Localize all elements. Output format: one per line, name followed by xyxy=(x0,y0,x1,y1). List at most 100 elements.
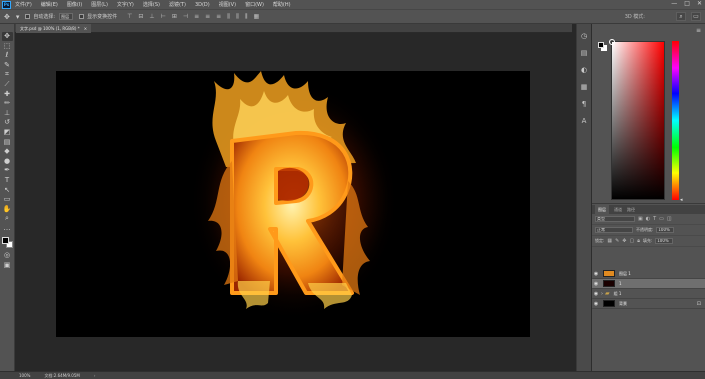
adjustments-panel-icon[interactable]: ◐ xyxy=(581,66,587,74)
eraser-tool-icon[interactable]: ◩ xyxy=(2,128,13,137)
layer-row-selected[interactable]: ◉ 1 xyxy=(592,279,705,289)
distribute-hcenter-icon[interactable]: ⫼ xyxy=(236,13,239,21)
visibility-eye-icon[interactable]: ◉ xyxy=(592,271,600,277)
filter-smart-icon[interactable]: ◫ xyxy=(667,216,672,222)
history-panel-icon[interactable]: ◷ xyxy=(581,32,587,40)
menu-3d[interactable]: 3D(D) xyxy=(195,2,210,8)
menu-window[interactable]: 窗口(W) xyxy=(245,1,264,8)
blur-tool-icon[interactable]: ◆ xyxy=(2,147,13,156)
visibility-eye-icon[interactable]: ◉ xyxy=(592,281,600,287)
crop-tool-icon[interactable]: ⌗ xyxy=(2,70,13,79)
menu-edit[interactable]: 编辑(E) xyxy=(41,1,58,8)
panel-foreground-swatch[interactable] xyxy=(598,42,604,48)
zoom-tool-icon[interactable]: ⌕ xyxy=(2,214,13,223)
eyedropper-tool-icon[interactable]: ⟋ xyxy=(2,80,13,89)
saturation-brightness-picker[interactable] xyxy=(609,39,665,200)
status-menu-arrow-icon[interactable]: › xyxy=(94,373,96,378)
close-tab-icon[interactable]: × xyxy=(84,24,87,33)
screen-mode-icon[interactable]: ▣ xyxy=(2,261,13,270)
blend-mode-dropdown[interactable]: 正常 xyxy=(595,227,633,233)
maximize-button[interactable]: □ xyxy=(684,1,690,7)
properties-panel-icon[interactable]: ▤ xyxy=(581,49,588,57)
dodge-tool-icon[interactable]: ● xyxy=(2,157,13,166)
menu-select[interactable]: 选择(S) xyxy=(143,1,160,8)
auto-select-dropdown[interactable]: 图层 xyxy=(59,13,74,20)
libraries-panel-icon[interactable]: ▦ xyxy=(581,83,588,91)
history-brush-tool-icon[interactable]: ↺ xyxy=(2,118,13,127)
auto-align-icon[interactable]: ▦ xyxy=(253,13,259,21)
lock-position-icon[interactable]: ✥ xyxy=(622,238,626,244)
align-top-icon[interactable]: ⊤ xyxy=(127,13,132,21)
align-vcenter-icon[interactable]: ⊟ xyxy=(138,13,143,21)
character-panel-icon[interactable]: A xyxy=(582,117,587,125)
hue-slider-arrow-icon[interactable]: ◂ xyxy=(680,198,683,203)
pen-tool-icon[interactable]: ✒ xyxy=(2,166,13,175)
align-bottom-icon[interactable]: ⊥ xyxy=(149,13,154,21)
distribute-top-icon[interactable]: ≡ xyxy=(194,13,199,21)
lock-transparent-icon[interactable]: ▦ xyxy=(607,238,612,244)
rectangle-tool-icon[interactable]: ▭ xyxy=(2,195,13,204)
foreground-color-swatch[interactable] xyxy=(1,237,9,245)
document-tab[interactable]: 文字.psd @ 100% (1, RGB/8) * × xyxy=(16,24,92,33)
filter-shape-icon[interactable]: ▭ xyxy=(659,216,664,222)
filter-type-icon[interactable]: T xyxy=(653,216,656,222)
gradient-tool-icon[interactable]: ▤ xyxy=(2,138,13,147)
kind-filter-dropdown[interactable]: 类型 xyxy=(595,216,635,222)
zoom-level[interactable]: 100% xyxy=(19,373,30,378)
menu-type[interactable]: 文字(Y) xyxy=(117,1,134,8)
type-tool-icon[interactable]: T xyxy=(2,176,13,185)
menu-view[interactable]: 视图(V) xyxy=(219,1,236,8)
document-canvas[interactable] xyxy=(56,71,530,337)
layer-group-row[interactable]: ◉ › ▰ 组 1 xyxy=(592,289,705,299)
minimize-button[interactable]: — xyxy=(671,1,677,7)
visibility-eye-icon[interactable]: ◉ xyxy=(592,291,600,297)
menu-image[interactable]: 图像(I) xyxy=(67,1,82,8)
move-tool-preset-icon[interactable]: ✥ xyxy=(4,13,10,21)
distribute-vcenter-icon[interactable]: ≡ xyxy=(205,13,210,21)
menu-file[interactable]: 文件(F) xyxy=(15,1,32,8)
path-select-tool-icon[interactable]: ↖ xyxy=(2,186,13,195)
picker-cursor[interactable] xyxy=(609,39,615,45)
menu-help[interactable]: 帮助(H) xyxy=(273,1,291,8)
clone-stamp-tool-icon[interactable]: ⊥ xyxy=(2,109,13,118)
workspace-icon[interactable]: ▭ xyxy=(691,12,701,21)
lock-all-icon[interactable]: 🔒︎ xyxy=(637,238,640,244)
hue-slider[interactable] xyxy=(672,41,679,200)
menu-filter[interactable]: 滤镜(T) xyxy=(169,1,186,8)
background-layer-row[interactable]: ◉ 背景 ⊡ xyxy=(592,299,705,309)
align-hcenter-icon[interactable]: ⊞ xyxy=(172,13,177,21)
more-tools-icon[interactable]: … xyxy=(2,224,13,233)
lock-pixels-icon[interactable]: ✎ xyxy=(615,238,619,244)
lasso-tool-icon[interactable]: ℓ xyxy=(2,51,13,60)
quick-select-tool-icon[interactable]: ✎ xyxy=(2,61,13,70)
quick-mask-icon[interactable]: ◎ xyxy=(2,251,13,260)
tab-layers[interactable]: 图层 xyxy=(595,205,609,214)
healing-brush-tool-icon[interactable]: ✚ xyxy=(2,90,13,99)
tab-channels[interactable]: 通道 xyxy=(614,207,622,213)
distribute-left-icon[interactable]: ⫼ xyxy=(227,13,230,21)
paragraph-panel-icon[interactable]: ¶ xyxy=(582,100,586,108)
search-icon[interactable]: ⌕ xyxy=(676,12,686,21)
visibility-eye-icon[interactable]: ◉ xyxy=(592,301,600,307)
distribute-bottom-icon[interactable]: ≡ xyxy=(216,13,221,21)
brush-tool-icon[interactable]: ✏ xyxy=(2,99,13,108)
move-tool-icon[interactable]: ✥ xyxy=(1,32,13,41)
auto-select-checkbox[interactable] xyxy=(25,14,31,19)
chevron-right-icon[interactable]: › xyxy=(601,291,603,297)
hand-tool-icon[interactable]: ✋ xyxy=(2,205,13,214)
align-right-icon[interactable]: ⊣ xyxy=(183,13,188,21)
align-left-icon[interactable]: ⊢ xyxy=(161,13,166,21)
menu-layer[interactable]: 图层(L) xyxy=(91,1,108,8)
panel-menu-icon[interactable]: ≡ xyxy=(696,27,701,34)
chevron-down-icon[interactable]: ▾ xyxy=(16,13,20,21)
fill-field[interactable]: 100% xyxy=(655,238,674,244)
close-window-button[interactable]: ✕ xyxy=(697,1,702,7)
marquee-tool-icon[interactable]: ⬚ xyxy=(2,42,13,51)
distribute-right-icon[interactable]: ⫼ xyxy=(245,13,248,21)
opacity-field[interactable]: 100% xyxy=(656,227,675,233)
filter-pixel-icon[interactable]: ▣ xyxy=(638,216,643,222)
layer-row[interactable]: ◉ 图层 1 xyxy=(592,269,705,279)
filter-adjust-icon[interactable]: ◐ xyxy=(646,216,650,222)
lock-artboard-icon[interactable]: ▢ xyxy=(630,238,635,244)
tab-paths[interactable]: 路径 xyxy=(627,207,635,213)
